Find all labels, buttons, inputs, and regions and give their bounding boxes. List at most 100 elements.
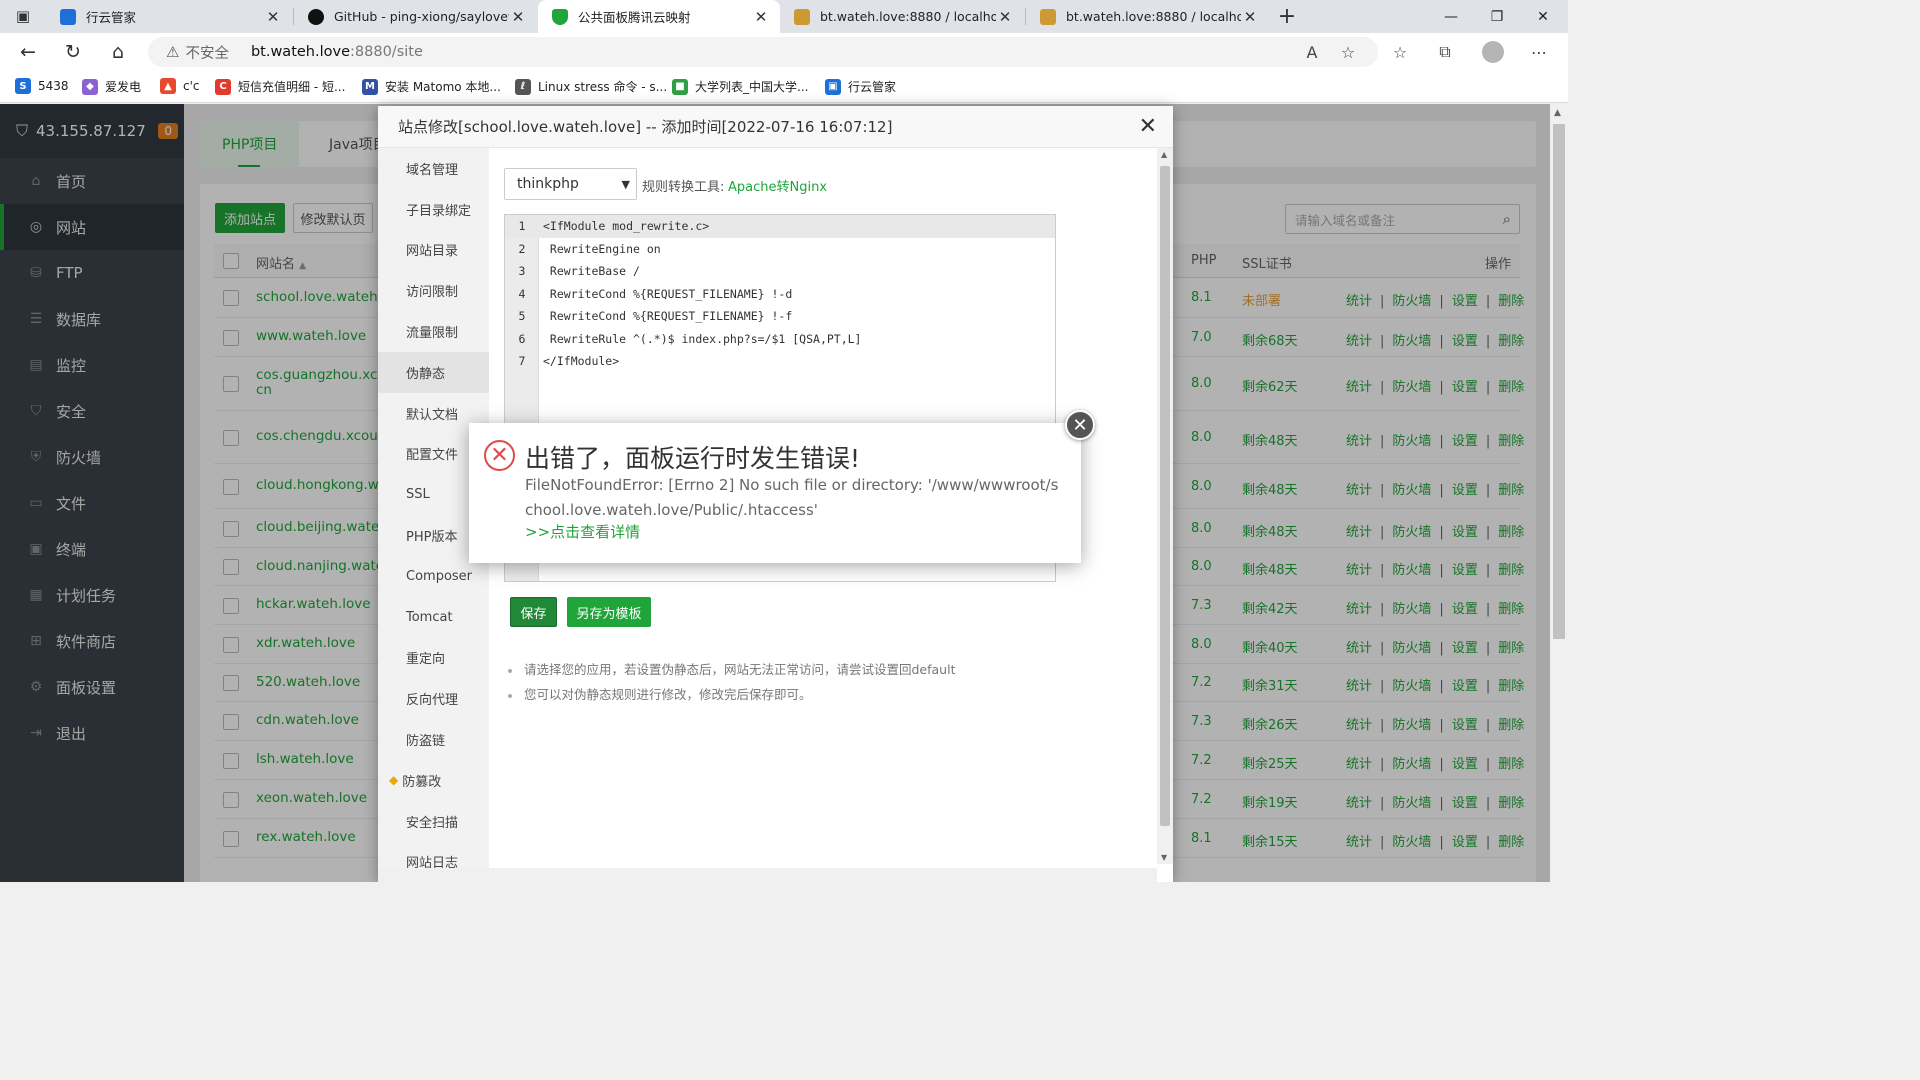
dialog-menu-label: 防篡改	[402, 774, 442, 790]
dialog-menu-item[interactable]: ◆ 防篡改	[378, 760, 489, 801]
code-line: 4 RewriteCond %{REQUEST_FILENAME} !-d	[505, 283, 1055, 306]
code-text: <IfModule mod_rewrite.c>	[543, 219, 710, 234]
dialog-menu-item[interactable]: 重定向	[378, 638, 489, 679]
new-tab-button[interactable]: +	[1272, 2, 1302, 30]
bookmark-icon: ℓ	[515, 78, 531, 95]
reload-button[interactable]: ↻	[58, 38, 88, 66]
address-bar[interactable]: ⚠ 不安全 bt.wateh.love:8880/site	[148, 37, 1378, 67]
security-label[interactable]: 不安全	[185, 42, 229, 63]
favorites-icon[interactable]: ☆	[1385, 39, 1415, 65]
browser-tab-5[interactable]: bt.wateh.love:8880 / localhost / r ✕	[1026, 0, 1269, 33]
dialog-menu-item[interactable]: 子目录绑定	[378, 189, 489, 230]
dialog-menu-item[interactable]: 域名管理	[378, 148, 489, 189]
dialog-menu-item[interactable]: 反向代理	[378, 678, 489, 719]
code-line: 2 RewriteEngine on	[505, 238, 1055, 261]
browser-tab-4[interactable]: bt.wateh.love:8880 / localhost / r ✕	[780, 0, 1024, 33]
dialog-menu-label: Tomcat	[406, 609, 453, 625]
tab-actions-icon[interactable]: ▣	[8, 2, 38, 30]
dialog-scrollbar[interactable]: ▲ ▼	[1157, 148, 1173, 864]
page-scroll-thumb[interactable]	[1553, 124, 1565, 639]
browser-toolbar: ← ↻ ⌂ ⚠ 不安全 bt.wateh.love:8880/site A ☆ …	[0, 33, 1568, 71]
bookmark-item[interactable]: ▣ 行云管家	[825, 78, 896, 95]
bookmark-label: 安装 Matomo 本地...	[385, 80, 501, 94]
dialog-menu-label: 防盗链	[406, 734, 446, 750]
tab-close-icon[interactable]: ✕	[752, 8, 770, 26]
bookmark-item[interactable]: C 短信充值明细 - 短...	[215, 78, 345, 95]
tab-close-icon[interactable]: ✕	[996, 8, 1014, 26]
bookmark-item[interactable]: ▲ c'c	[160, 78, 200, 94]
line-number: 3	[518, 264, 526, 279]
browser-tab-1[interactable]: 行云管家 ✕	[46, 0, 292, 33]
dialog-menu-label: 域名管理	[406, 162, 459, 178]
dialog-menu-label: SSL	[406, 487, 430, 503]
page-scrollbar[interactable]: ▲	[1550, 104, 1568, 882]
error-detail-link[interactable]: >>点击查看详情	[525, 521, 640, 542]
code-line: 7 </IfModule>	[505, 350, 1055, 373]
profile-avatar[interactable]	[1478, 39, 1508, 65]
bookmark-item[interactable]: S 5438	[15, 78, 69, 94]
tab-title: bt.wateh.love:8880 / localhost / r	[820, 9, 996, 24]
dialog-menu-item[interactable]: Tomcat	[378, 597, 489, 638]
select-value: thinkphp	[517, 176, 579, 192]
dialog-menu-item[interactable]: 安全扫描	[378, 801, 489, 842]
bookmark-item[interactable]: M 安装 Matomo 本地...	[362, 78, 501, 95]
code-text: </IfModule>	[543, 354, 620, 369]
read-aloud-icon[interactable]: A	[1297, 39, 1327, 65]
bookmark-label: 爱发电	[105, 80, 142, 94]
tab-title: bt.wateh.love:8880 / localhost / r	[1066, 9, 1241, 24]
bookmark-item[interactable]: ■ 大学列表_中国大学...	[672, 78, 808, 95]
save-as-template-button[interactable]: 另存为模板	[567, 597, 651, 627]
code-text: RewriteBase /	[543, 264, 640, 279]
home-button[interactable]: ⌂	[103, 38, 133, 66]
dialog-menu-item[interactable]: 伪静态	[378, 351, 489, 393]
dialog-hscrollbar[interactable]	[378, 868, 1157, 882]
dialog-menu-item[interactable]: 访问限制	[378, 270, 489, 311]
tip-item: 请选择您的应用，若设置伪静态后，网站无法正常访问，请尝试设置回default	[508, 657, 955, 682]
minimize-button[interactable]: —	[1428, 0, 1474, 33]
tab-favicon-icon	[60, 8, 76, 25]
bookmark-icon: C	[215, 78, 231, 95]
tab-close-icon[interactable]: ✕	[264, 8, 282, 26]
tab-close-icon[interactable]: ✕	[509, 8, 527, 26]
dialog-menu-label: 配置文件	[406, 448, 459, 464]
collections-icon[interactable]: ⧉	[1430, 39, 1460, 65]
dialog-menu-label: 伪静态	[406, 366, 446, 382]
dialog-close-icon[interactable]: ✕	[1139, 114, 1157, 139]
dialog-menu-label: 流量限制	[406, 326, 459, 342]
add-favorite-icon[interactable]: ☆	[1333, 39, 1363, 65]
apache-to-nginx-link[interactable]: Apache转Nginx	[728, 176, 827, 195]
browser-tab-bar: ▣ 行云管家 ✕ GitHub - ping-xiong/saylovewall…	[0, 0, 1568, 33]
error-message: FileNotFoundError: [Errno 2] No such fil…	[525, 476, 1059, 519]
dialog-menu-item[interactable]: 网站目录	[378, 230, 489, 271]
line-number: 1	[518, 219, 526, 234]
back-button[interactable]: ←	[13, 38, 43, 66]
bookmark-icon: ▲	[160, 78, 176, 94]
bookmark-item[interactable]: ◆ 爱发电	[82, 78, 141, 95]
dialog-menu-label: 默认文档	[406, 407, 459, 423]
dialog-menu-item[interactable]: 流量限制	[378, 311, 489, 352]
code-line: 1 <IfModule mod_rewrite.c>	[505, 215, 1055, 238]
bookmark-label: 5438	[38, 79, 69, 93]
error-close-icon[interactable]: ✕	[1065, 410, 1095, 440]
save-button[interactable]: 保存	[510, 597, 557, 627]
dialog-scroll-thumb[interactable]	[1160, 166, 1170, 826]
bookmarks-bar: S 5438 ◆ 爱发电 ▲ c'c C 短信充值明细 - 短... M 安装 Matom…	[0, 71, 1568, 103]
browser-tab-2[interactable]: GitHub - ping-xiong/saylovewall ✕	[294, 0, 537, 33]
code-text: RewriteEngine on	[543, 241, 661, 256]
bookmark-label: 行云管家	[848, 80, 897, 94]
rewrite-template-select[interactable]: thinkphp ▼	[504, 168, 637, 200]
bookmark-item[interactable]: ℓ Linux stress 命令 - s...	[515, 78, 667, 95]
dialog-menu-label: 重定向	[406, 652, 446, 668]
dialog-menu-item[interactable]: 防盗链	[378, 719, 489, 760]
window-close-button[interactable]: ✕	[1520, 0, 1566, 33]
browser-tab-3-active[interactable]: 公共面板腾讯云映射 ✕	[538, 0, 780, 33]
line-number: 2	[518, 241, 526, 256]
maximize-button[interactable]: ❐	[1474, 0, 1520, 33]
line-number: 6	[518, 331, 526, 346]
line-number: 5	[518, 309, 526, 324]
error-dialog: ✕ 出错了，面板运行时发生错误! FileNotFoundError: [Err…	[469, 423, 1081, 563]
warning-icon: ⚠	[166, 43, 180, 61]
tip-item: 您可以对伪静态规则进行修改，修改完后保存即可。	[508, 682, 955, 707]
more-menu-icon[interactable]: ⋯	[1524, 39, 1554, 65]
tab-close-icon[interactable]: ✕	[1241, 8, 1259, 26]
